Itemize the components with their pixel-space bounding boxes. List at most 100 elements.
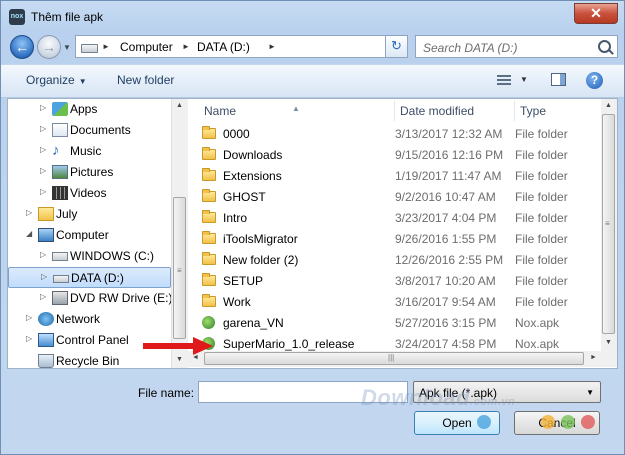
scroll-up-icon[interactable]: ▲ (605, 102, 612, 109)
file-row[interactable]: New folder (2) 12/26/2016 2:55 PM File fol… (202, 250, 600, 271)
expand-arrow-icon[interactable]: ▷ (26, 313, 32, 322)
file-row[interactable]: SuperMario_1.0_release 3/24/2017 4:58 PM N… (202, 334, 600, 351)
expand-arrow-icon[interactable]: ▷ (40, 103, 46, 112)
file-date-modified: 3/24/2017 4:58 PM (395, 337, 497, 351)
expand-arrow-icon[interactable]: ▷ (26, 208, 32, 217)
file-name: garena_VN (223, 316, 284, 330)
sidebar-item-label: Pictures (70, 165, 114, 179)
network-icon (38, 312, 54, 326)
breadcrumb-separator-icon[interactable]: ► (268, 42, 276, 51)
sidebar-item-videos[interactable]: ▷ Videos (8, 183, 171, 204)
file-name: 0000 (223, 127, 250, 141)
sidebar-item-july[interactable]: ▷ July (8, 204, 171, 225)
sidebar-item-label: Control Panel (56, 333, 129, 347)
view-options-dropdown-icon[interactable]: ▼ (520, 75, 528, 84)
organize-button[interactable]: Organize ▼ (26, 73, 87, 87)
control-panel-icon (38, 333, 54, 347)
column-header-name[interactable]: ▲ Name (188, 99, 381, 123)
recent-pages-dropdown-icon[interactable]: ▼ (63, 43, 71, 52)
file-list: ▲ Name Date modified Type 0000 3/13/2017 … (188, 99, 601, 351)
change-view-icon[interactable] (497, 74, 511, 86)
file-name: New folder (2) (223, 253, 299, 267)
expand-arrow-icon[interactable]: ▷ (41, 272, 47, 281)
file-list-vertical-scrollbar[interactable]: ▲ ≡ ▼ (601, 99, 617, 351)
file-row[interactable]: garena_VN 5/27/2016 3:15 PM Nox.apk (202, 313, 600, 334)
help-icon[interactable]: ? (586, 72, 603, 89)
file-row[interactable]: Downloads 9/15/2016 12:16 PM File folder (202, 145, 600, 166)
sidebar-item-pictures[interactable]: ▷ Pictures (8, 162, 171, 183)
expand-arrow-icon[interactable]: ▷ (40, 250, 46, 259)
pictures-library-icon (52, 165, 68, 179)
file-name-label: File name: (138, 386, 195, 400)
scroll-left-icon[interactable]: ◄ (192, 354, 199, 361)
file-row[interactable]: Extensions 1/19/2017 11:47 AM File folder (202, 166, 600, 187)
breadcrumb-computer[interactable]: Computer (120, 40, 173, 54)
folder-icon (202, 147, 216, 160)
scroll-down-icon[interactable]: ▼ (176, 356, 183, 363)
file-dialog: nox Thêm file apk ✕ ← → ▼ ► Computer ► D… (0, 0, 625, 455)
file-row[interactable]: GHOST 9/2/2016 10:47 AM File folder (202, 187, 600, 208)
sidebar-item-apps[interactable]: ▷ Apps (8, 99, 171, 120)
expand-arrow-icon[interactable]: ▷ (40, 187, 46, 196)
file-date-modified: 3/13/2017 12:32 AM (395, 127, 503, 141)
forward-button[interactable]: → (37, 35, 61, 59)
navigation-pane-scrollbar[interactable]: ▲ ≡ ▼ (171, 99, 188, 368)
search-icon[interactable] (598, 40, 611, 53)
file-row[interactable]: Work 3/16/2017 9:54 AM File folder (202, 292, 600, 313)
sidebar-item-music[interactable]: ▷ ♪ Music (8, 141, 171, 162)
window-title: Thêm file apk (31, 10, 104, 24)
back-button[interactable]: ← (10, 35, 34, 59)
file-name: iToolsMigrator (223, 232, 298, 246)
scrollbar-grip-icon: ≡ (605, 219, 610, 228)
sidebar-item-data-d[interactable]: ▷ DATA (D:) (8, 267, 171, 288)
sidebar-item-label: Computer (56, 228, 109, 242)
expand-arrow-icon[interactable]: ▷ (40, 292, 46, 301)
close-button[interactable]: ✕ (574, 3, 618, 24)
scroll-up-icon[interactable]: ▲ (176, 102, 183, 109)
scroll-right-icon[interactable]: ► (590, 354, 597, 361)
sidebar-item-computer[interactable]: ◢ Computer (8, 225, 171, 246)
sort-ascending-icon: ▲ (292, 104, 300, 113)
file-row[interactable]: iToolsMigrator 9/26/2016 1:55 PM File fold… (202, 229, 600, 250)
search-input[interactable] (421, 38, 595, 57)
expand-arrow-icon[interactable]: ▷ (26, 334, 32, 343)
file-type: File folder (515, 253, 568, 267)
file-row[interactable]: SETUP 3/8/2017 10:20 AM File folder (202, 271, 600, 292)
new-folder-button[interactable]: New folder (117, 73, 174, 87)
dvd-drive-icon (52, 291, 68, 305)
sidebar-item-label: DVD RW Drive (E:) (70, 291, 171, 305)
breadcrumb-separator-icon[interactable]: ► (102, 42, 110, 51)
videos-library-icon (52, 186, 68, 200)
breadcrumb-data-drive[interactable]: DATA (D:) (197, 40, 250, 54)
file-row[interactable]: Intro 3/23/2017 4:04 PM File folder (202, 208, 600, 229)
column-header-date[interactable]: Date modified (394, 99, 514, 123)
expand-arrow-icon[interactable]: ▷ (40, 145, 46, 154)
sidebar-item-windows-c[interactable]: ▷ WINDOWS (C:) (8, 246, 171, 267)
file-name: Extensions (223, 169, 282, 183)
sidebar-item-documents[interactable]: ▷ Documents (8, 120, 171, 141)
file-type: File folder (515, 169, 568, 183)
collapse-arrow-icon[interactable]: ◢ (26, 229, 32, 238)
expand-arrow-icon[interactable]: ▷ (40, 124, 46, 133)
expand-arrow-icon[interactable]: ▷ (40, 166, 46, 175)
file-row[interactable]: 0000 3/13/2017 12:32 AM File folder (202, 124, 600, 145)
title-bar: nox Thêm file apk ✕ (1, 1, 624, 31)
address-bar[interactable]: ► Computer ► DATA (D:) ► ▼ (75, 35, 405, 58)
scroll-down-icon[interactable]: ▼ (605, 339, 612, 346)
sidebar-item-dvd-rw-drive-e[interactable]: ▷ DVD RW Drive (E:) (8, 288, 171, 309)
scrollbar-grip-icon: ≡ (177, 266, 182, 275)
file-type: Nox.apk (515, 337, 560, 351)
sidebar-item-network[interactable]: ▷ Network (8, 309, 171, 330)
computer-icon (38, 228, 54, 242)
file-date-modified: 5/27/2016 3:15 PM (395, 316, 497, 330)
breadcrumb-separator-icon[interactable]: ► (182, 42, 190, 51)
folder-icon (202, 168, 216, 181)
preview-pane-icon[interactable] (551, 73, 566, 86)
refresh-button[interactable]: ↻ (385, 35, 408, 58)
file-date-modified: 12/26/2016 2:55 PM (395, 253, 504, 267)
column-header-type[interactable]: Type (514, 99, 594, 123)
nox-app-icon: nox (9, 9, 25, 25)
file-list-horizontal-scrollbar[interactable]: ◄ ||| ► (188, 351, 601, 367)
command-toolbar: Organize ▼ New folder ▼ ? (1, 64, 624, 98)
search-box[interactable] (415, 35, 618, 58)
